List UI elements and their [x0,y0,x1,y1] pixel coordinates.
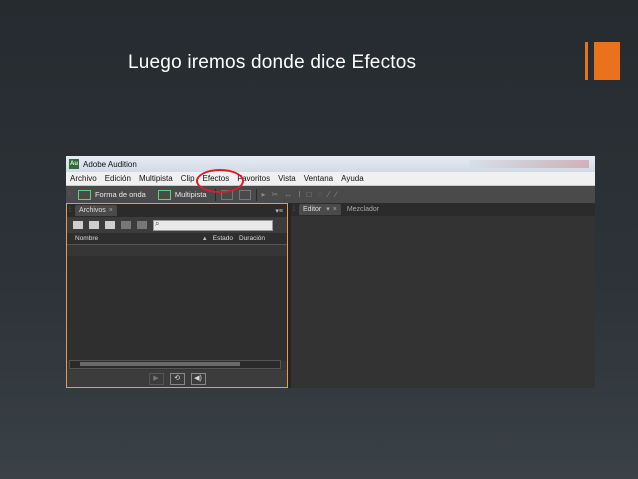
slip-tool-icon[interactable]: ↔ [284,190,292,199]
column-duracion[interactable]: Duración [239,235,265,242]
audition-screenshot: Au Adobe Audition Archivo Edición Multip… [66,156,595,388]
files-column-header: Nombre ▲ Estado Duración [67,233,287,245]
razor-tool-icon[interactable]: ✂ [272,190,279,199]
window-titlebar: Au Adobe Audition [66,156,595,172]
menu-ventana[interactable]: Ventana [300,174,337,183]
waveform-icon [77,189,91,200]
red-highlight-circle [195,169,244,193]
close-icon[interactable]: × [109,207,113,214]
multitrack-label: Multipista [174,190,207,199]
time-selection-tool-icon[interactable]: I [298,190,300,199]
waveform-button[interactable]: Forma de onda [72,188,152,201]
files-panel-tabs: ⁞ Archivos × ▾≡ [67,204,287,217]
marquee-tool-icon[interactable]: □ [306,190,311,199]
window-title: Adobe Audition [83,159,137,169]
menu-efectos[interactable]: Efectos [195,169,244,193]
loop-icon[interactable]: ⟲ [169,372,185,385]
files-search-input[interactable]: ⌕ [153,218,273,231]
menu-vista[interactable]: Vista [274,174,300,183]
search-icon: ⌕ [155,218,160,228]
lasso-tool-icon[interactable]: ◌ [317,190,322,199]
menu-archivo[interactable]: Archivo [66,174,101,183]
editor-panel-tabs: ⁞ Editor ▾ × Mezclador [291,203,595,216]
menu-ayuda[interactable]: Ayuda [337,174,368,183]
grip-icon: ⁞ [69,207,71,214]
column-estado[interactable]: Estado [213,235,233,242]
accent-bar-thick [594,42,620,80]
scrollbar-thumb[interactable] [80,362,240,366]
tab-archivos-label: Archivos [78,207,106,214]
panel-menu-icon[interactable]: ▾≡ [275,207,283,215]
healing-tool-icon[interactable]: ∕ [335,190,336,199]
toolbar-divider [255,188,257,201]
insert-into-multitrack-icon[interactable] [121,221,131,229]
audition-app-icon: Au [69,159,79,169]
workspace-panels: ⁞ Archivos × ▾≡ ⌕ Nombre ▲ Estado Duraci… [66,203,595,388]
menu-edicion[interactable]: Edición [101,174,135,183]
speaker-icon[interactable]: ◀) [190,372,206,385]
editor-panel: ⁞ Editor ▾ × Mezclador [288,203,595,388]
files-panel: ⁞ Archivos × ▾≡ ⌕ Nombre ▲ Estado Duraci… [66,203,288,388]
slide-title: Luego iremos donde dice Efectos [128,52,417,73]
menu-bar: Archivo Edición Multipista Clip Efectos … [66,169,595,193]
preview-transport: ▶ ⟲ ◀) [67,370,287,387]
close-icon[interactable]: × [333,206,337,213]
brush-tool-icon[interactable]: ⁄ [328,190,329,199]
column-nombre[interactable]: Nombre [75,235,98,242]
play-icon[interactable]: ▶ [148,372,164,385]
files-toolbar: ⌕ [67,217,287,233]
new-file-icon[interactable] [105,221,115,229]
open-file-icon[interactable] [73,221,83,229]
tab-mezclador[interactable]: Mezclador [341,206,385,213]
main-toolbar: ⁞ Forma de onda Multipista ▸ ✂ ↔ I □ ◌ ⁄… [66,186,595,204]
waveform-label: Forma de onda [94,190,146,199]
tab-archivos[interactable]: Archivos × [74,205,117,216]
menu-multipista[interactable]: Multipista [135,174,177,183]
import-file-icon[interactable] [89,221,99,229]
delete-file-icon[interactable] [137,221,147,229]
tab-editor[interactable]: Editor ▾ × [298,204,341,215]
chevron-down-icon[interactable]: ▾ [326,206,330,213]
horizontal-scrollbar[interactable] [69,360,281,369]
window-title-right-blurred [469,160,589,168]
accent-bar-thin [585,42,588,80]
grip-icon: ⁞ [68,191,70,198]
sort-ascending-icon[interactable]: ▲ [202,236,208,242]
multitrack-icon [157,189,171,200]
tab-editor-label: Editor [302,206,322,213]
move-tool-icon[interactable]: ▸ [262,190,266,199]
frequency-view-icon[interactable] [238,189,251,200]
grip-icon: ⁞ [293,206,295,213]
file-list [67,256,287,361]
